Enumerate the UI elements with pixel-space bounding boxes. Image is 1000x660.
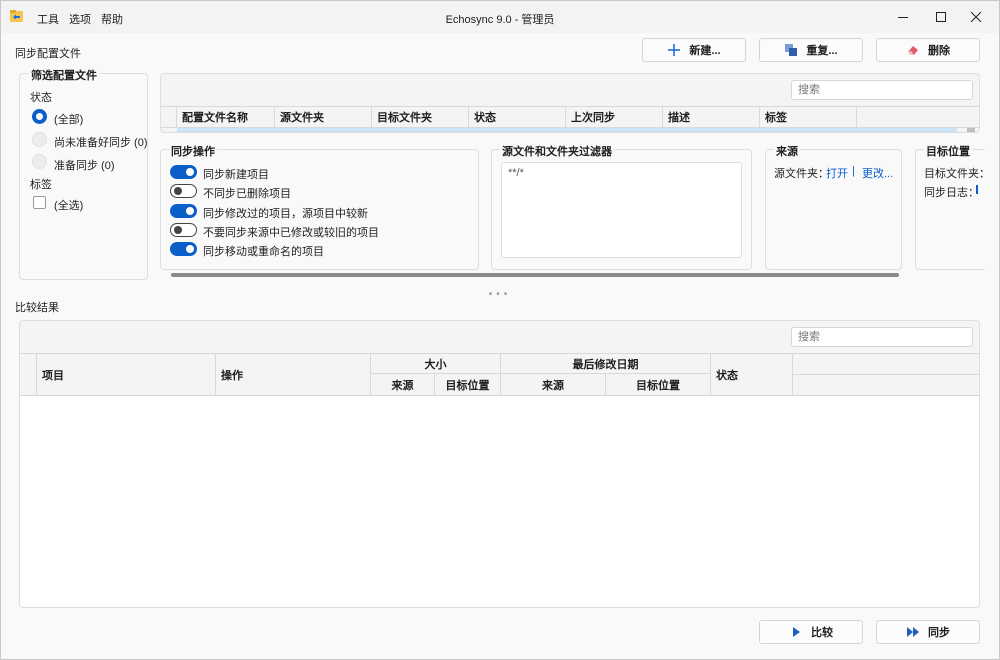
profiles-grid-header: 配置文件名称 源文件夹 目标文件夹 状态 上次同步 描述 标签 bbox=[161, 106, 979, 128]
radio-status-all-label: (全部) bbox=[54, 114, 84, 126]
maximize-icon bbox=[936, 12, 946, 22]
file-filters-title: 源文件和文件夹过滤器 bbox=[500, 143, 614, 159]
header-filler-line bbox=[793, 374, 979, 375]
source-title: 来源 bbox=[774, 143, 800, 159]
status-label: 状态 bbox=[30, 92, 52, 104]
delete-profile-button[interactable]: 删除 bbox=[876, 38, 980, 62]
target-folder-label: 目标文件夹： bbox=[924, 168, 984, 180]
toggle-sync-modified-newer[interactable] bbox=[170, 204, 197, 218]
plus-icon bbox=[668, 44, 681, 56]
radio-status-not-ready[interactable] bbox=[32, 132, 47, 147]
eraser-icon bbox=[908, 46, 918, 55]
profiles-section-label: 同步配置文件 bbox=[15, 48, 81, 60]
col-tags[interactable]: 标签 bbox=[760, 107, 857, 127]
settings-hscroll-thumb[interactable] bbox=[171, 273, 899, 277]
col-compare-status[interactable]: 状态 bbox=[711, 354, 793, 395]
col-target-folder[interactable]: 目标文件夹 bbox=[372, 107, 469, 127]
toggle-sync-deleted[interactable] bbox=[170, 184, 197, 198]
col-last-sync[interactable]: 上次同步 bbox=[566, 107, 663, 127]
checkbox-tags-all-label: (全选) bbox=[54, 200, 84, 212]
maximize-button[interactable] bbox=[926, 5, 956, 29]
compare-search-input[interactable]: 搜索 bbox=[791, 327, 973, 347]
col-modified: 最后修改日期 bbox=[501, 354, 711, 374]
close-button[interactable] bbox=[961, 5, 991, 29]
radio-status-not-ready-label: 尚未准备好同步 (0) bbox=[54, 137, 148, 149]
splitter-handle[interactable]: ••• bbox=[485, 290, 515, 300]
target-log-label: 同步日志： bbox=[924, 187, 979, 199]
col-size-source[interactable]: 来源 bbox=[371, 374, 435, 395]
compare-row-selector-header bbox=[20, 354, 37, 395]
radio-status-all[interactable] bbox=[32, 109, 47, 124]
source-change-link[interactable]: 更改... bbox=[862, 165, 893, 181]
toggle-sync-moved[interactable] bbox=[170, 242, 197, 256]
new-profile-label: 新建... bbox=[689, 45, 721, 57]
toggle-sync-new-label: 同步新建项目 bbox=[203, 169, 269, 181]
filter-profiles-title: 筛选配置文件 bbox=[29, 67, 99, 83]
col-modified-source[interactable]: 来源 bbox=[501, 374, 606, 395]
close-icon bbox=[971, 12, 981, 22]
target-title: 目标位置 bbox=[924, 143, 972, 159]
source-open-link[interactable]: 打开 bbox=[826, 165, 848, 181]
delete-profile-label: 删除 bbox=[928, 45, 950, 57]
profiles-search-input[interactable]: 搜索 bbox=[791, 80, 973, 100]
sync-button[interactable]: 同步 bbox=[876, 620, 980, 644]
col-status[interactable]: 状态 bbox=[469, 107, 566, 127]
col-size-target[interactable]: 目标位置 bbox=[435, 374, 501, 395]
toggle-sync-modified-older[interactable] bbox=[170, 223, 197, 237]
app-window: 工具 选项 帮助 Echosync 9.0 - 管理员 同步配置文件 新建...… bbox=[0, 0, 1000, 660]
compare-section-label: 比较结果 bbox=[15, 302, 59, 314]
toggle-sync-new[interactable] bbox=[170, 165, 197, 179]
col-item[interactable]: 项目 bbox=[37, 354, 216, 395]
compare-grid-header: 项目 操作 大小 来源 目标位置 最后修改日期 来源 目标位置 状态 bbox=[20, 353, 979, 396]
col-size: 大小 bbox=[371, 354, 501, 374]
profiles-vscroll[interactable] bbox=[967, 128, 975, 132]
checkbox-tags-all[interactable] bbox=[33, 196, 46, 209]
play-icon bbox=[793, 627, 800, 637]
compare-button[interactable]: 比较 bbox=[759, 620, 863, 644]
new-profile-button[interactable]: 新建... bbox=[642, 38, 746, 62]
source-folder-label: 源文件夹： bbox=[774, 168, 829, 180]
row-selector-header bbox=[161, 107, 177, 127]
toggle-sync-modified-newer-label: 同步修改过的项目，源项目中较新 bbox=[203, 208, 368, 220]
source-link-separator: | bbox=[852, 165, 855, 177]
duplicate-profile-label: 重复... bbox=[806, 45, 838, 57]
file-filters-textarea[interactable]: **/* bbox=[501, 162, 742, 258]
duplicate-profile-button[interactable]: 重复... bbox=[759, 38, 863, 62]
fast-forward-icon bbox=[907, 627, 919, 637]
target-log-link-fragment[interactable] bbox=[976, 185, 978, 194]
toggle-sync-modified-older-label: 不要同步来源中已修改或较旧的项目 bbox=[203, 227, 379, 239]
duplicate-icon bbox=[785, 44, 798, 56]
toggle-sync-deleted-label: 不同步已删除项目 bbox=[203, 188, 291, 200]
col-profile-name[interactable]: 配置文件名称 bbox=[177, 107, 275, 127]
tags-label: 标签 bbox=[30, 179, 52, 191]
minimize-icon bbox=[898, 17, 908, 18]
sync-operations-title: 同步操作 bbox=[169, 143, 217, 159]
compare-button-label: 比较 bbox=[811, 627, 833, 639]
sync-button-label: 同步 bbox=[928, 627, 950, 639]
col-source-folder[interactable]: 源文件夹 bbox=[275, 107, 372, 127]
title-bar: 工具 选项 帮助 Echosync 9.0 - 管理员 bbox=[1, 1, 999, 33]
window-title: Echosync 9.0 - 管理员 bbox=[445, 14, 555, 26]
col-modified-target[interactable]: 目标位置 bbox=[606, 374, 711, 395]
radio-status-ready-label: 准备同步 (0) bbox=[54, 160, 115, 172]
radio-status-ready[interactable] bbox=[32, 154, 47, 169]
col-description[interactable]: 描述 bbox=[663, 107, 760, 127]
toggle-sync-moved-label: 同步移动或重命名的项目 bbox=[203, 246, 324, 258]
profiles-selected-row[interactable] bbox=[177, 128, 957, 132]
minimize-button[interactable] bbox=[888, 5, 918, 29]
col-action[interactable]: 操作 bbox=[216, 354, 371, 395]
